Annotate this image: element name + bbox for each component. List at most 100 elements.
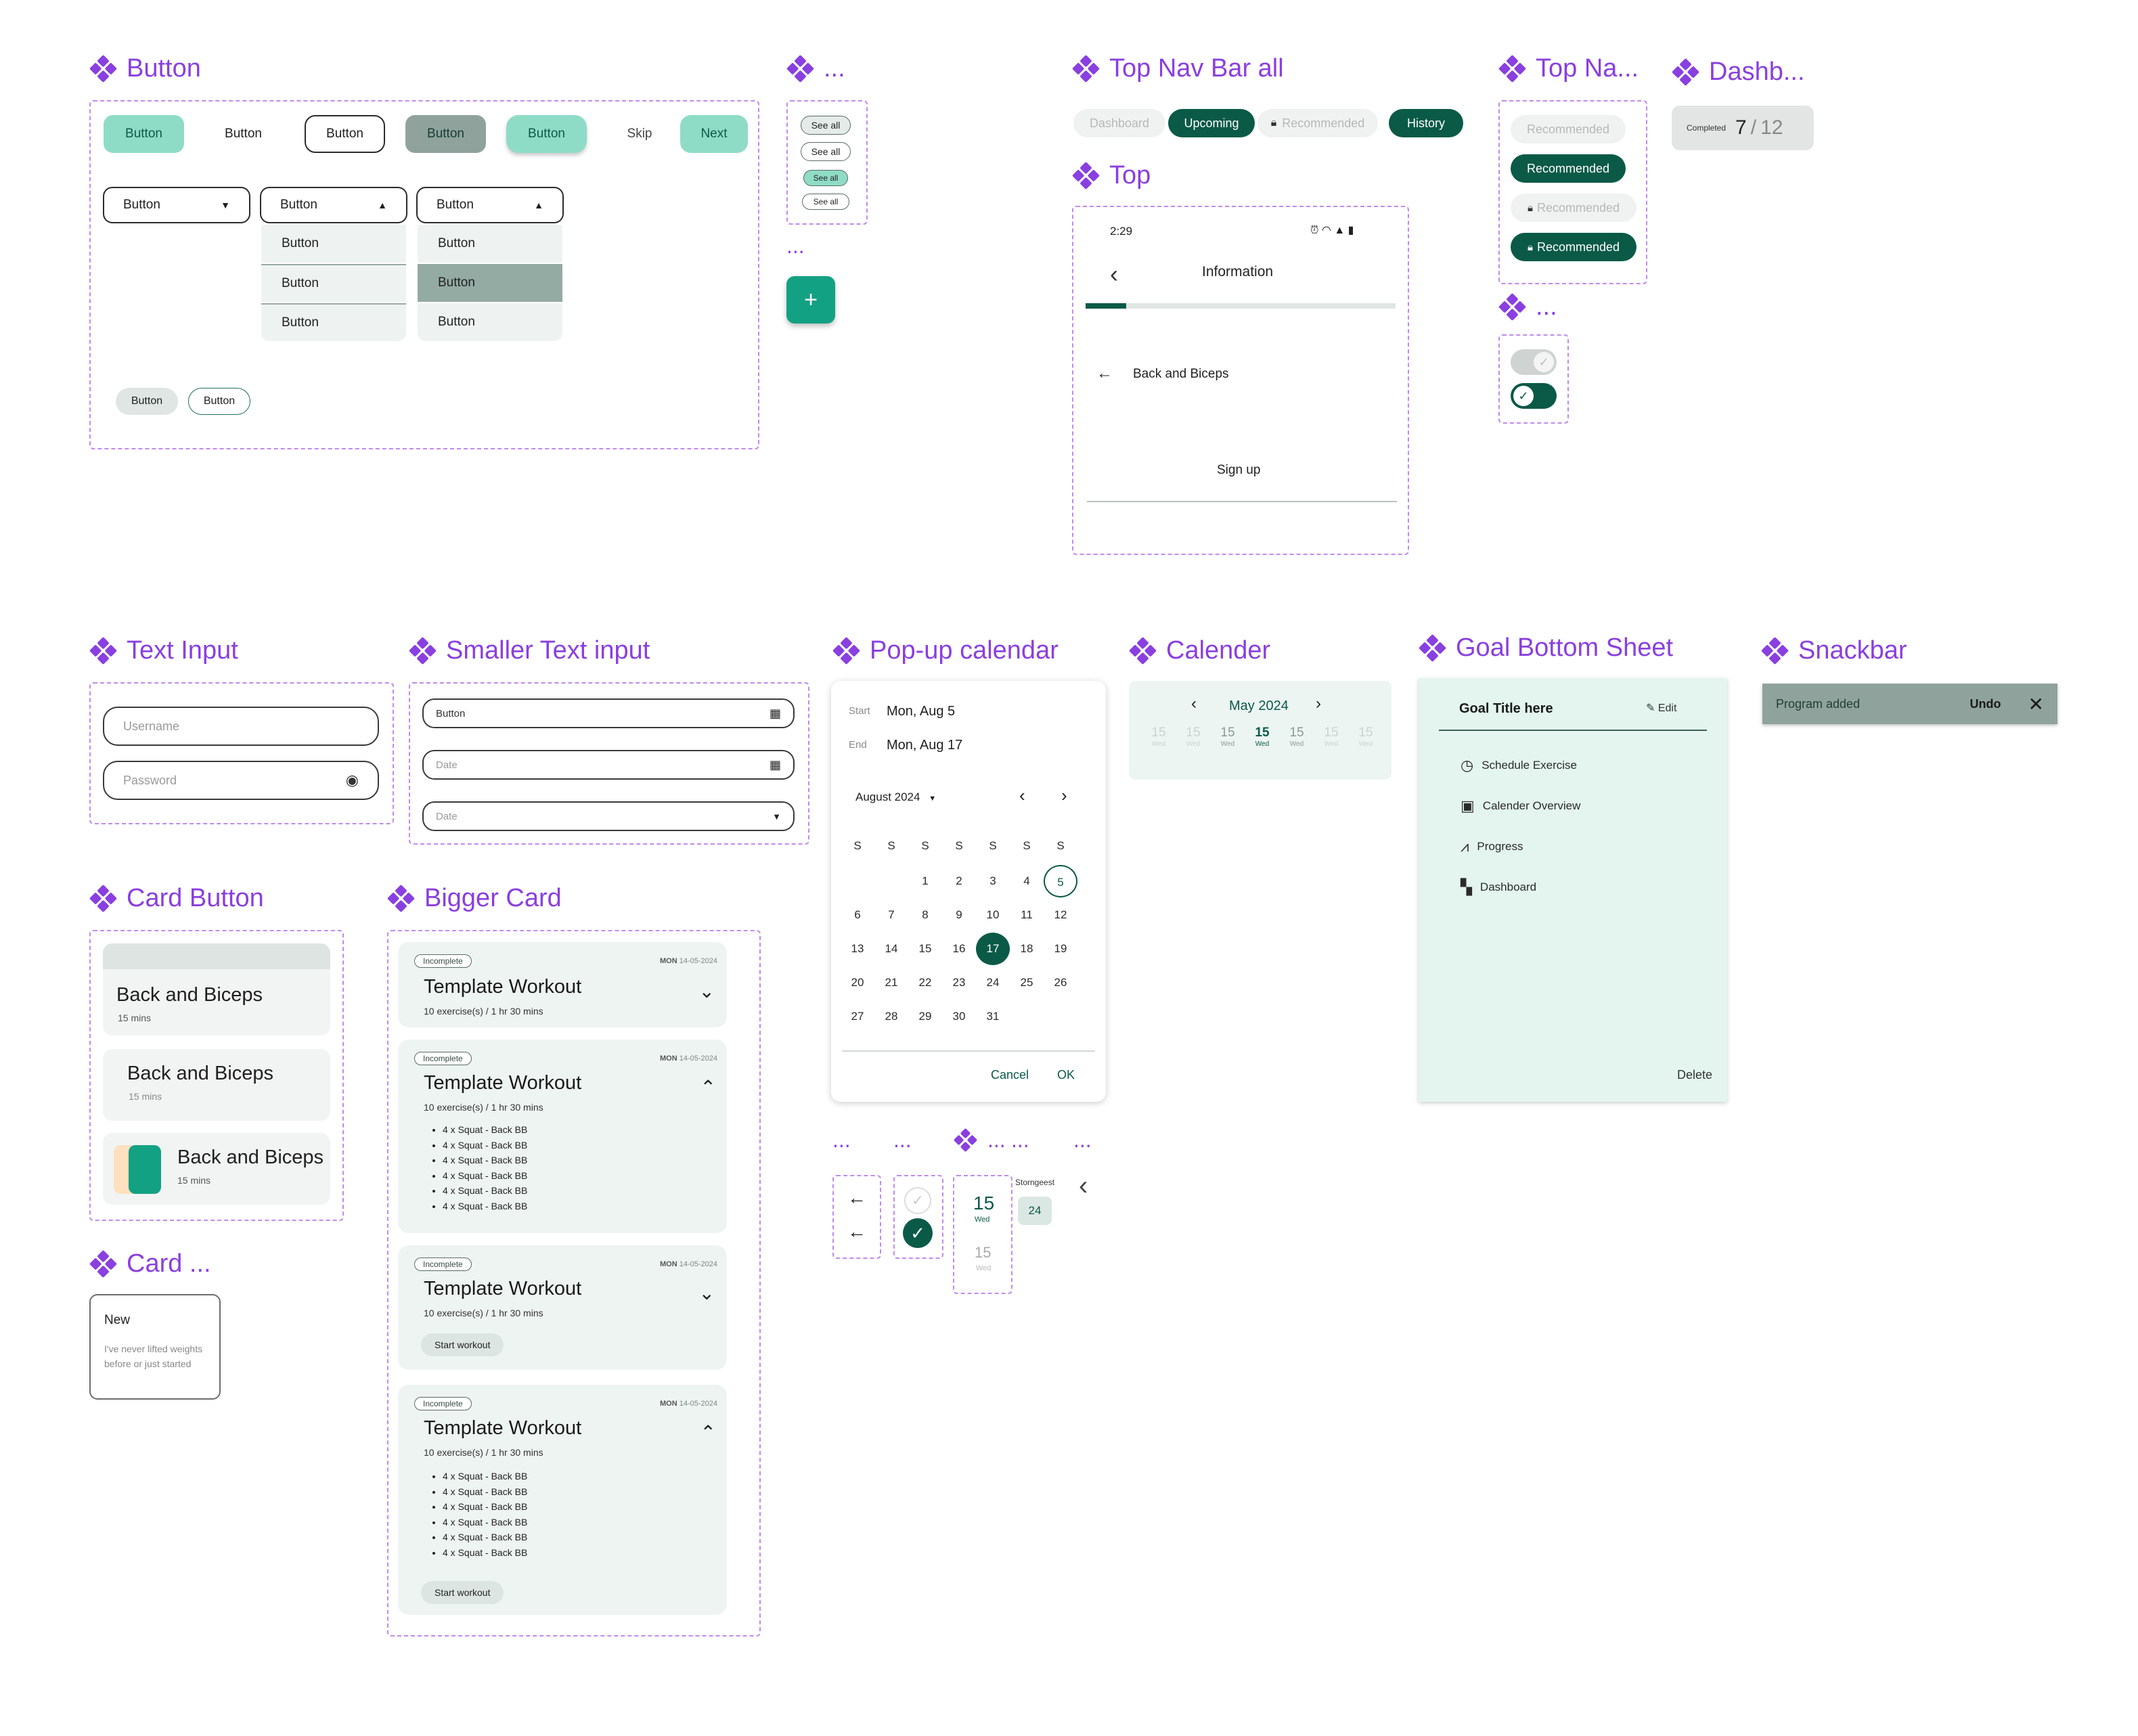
arrow-left-icon[interactable]: ←: [847, 1221, 866, 1243]
elevated-button[interactable]: Button: [506, 115, 587, 153]
calendar-day[interactable]: 6: [841, 899, 874, 931]
password-input[interactable]: Password ◉: [103, 761, 379, 800]
tab-recommended-locked-active[interactable]: 🔒︎ Recommended: [1511, 233, 1636, 261]
workout-card-button-image[interactable]: Back and Biceps 15 mins: [103, 1133, 330, 1205]
calendar-day[interactable]: 27: [841, 1000, 874, 1033]
calendar-day[interactable]: 28: [874, 1000, 908, 1033]
tab-recommended[interactable]: 🔒︎ Recommended: [1257, 109, 1378, 137]
skip-button[interactable]: Skip: [609, 115, 670, 153]
calendar-day[interactable]: 21: [874, 966, 908, 999]
calendar-day[interactable]: 12: [1044, 899, 1077, 931]
calendar-icon[interactable]: ▦: [770, 707, 781, 721]
start-workout-button[interactable]: Start workout: [421, 1581, 504, 1604]
dropdown-option[interactable]: Button: [418, 303, 562, 341]
calendar-day[interactable]: 20: [841, 966, 874, 999]
month-selector[interactable]: August 2024 ▼: [855, 791, 936, 804]
tab-history[interactable]: History: [1389, 109, 1463, 137]
calendar-day[interactable]: 31: [976, 1000, 1010, 1033]
dropdown-option[interactable]: Button: [418, 225, 562, 263]
tab-recommended-locked[interactable]: 🔒︎ Recommended: [1511, 194, 1636, 222]
workout-card-button[interactable]: Back and Biceps 15 mins: [103, 1049, 330, 1121]
toggle-on[interactable]: ✓: [1511, 383, 1557, 409]
dropdown-option[interactable]: Button: [261, 225, 406, 263]
prev-month-icon[interactable]: ‹: [1019, 785, 1025, 806]
calendar-day[interactable]: 26: [1044, 966, 1077, 999]
delete-button[interactable]: Delete: [1677, 1068, 1712, 1082]
disabled-button[interactable]: Button: [405, 115, 486, 153]
check-circle-empty-icon[interactable]: ✓: [904, 1187, 931, 1214]
small-outline-button[interactable]: Button: [188, 388, 250, 415]
calendar-day-start[interactable]: 5: [1044, 865, 1077, 897]
arrow-left-icon[interactable]: ←: [1096, 364, 1113, 383]
eye-icon[interactable]: ◉: [346, 772, 359, 789]
workout-card-expanded[interactable]: Incomplete MON 14-05-2024 Template Worko…: [398, 1040, 727, 1233]
see-all-button[interactable]: See all: [802, 194, 849, 210]
undo-button[interactable]: Undo: [1970, 697, 2001, 711]
see-all-button[interactable]: See all: [803, 170, 848, 186]
tab-recommended-active[interactable]: Recommended: [1511, 154, 1626, 183]
date-field[interactable]: Date ▦: [422, 750, 795, 780]
calendar-day[interactable]: 2: [942, 865, 976, 897]
small-filled-button[interactable]: Button: [116, 388, 178, 415]
strip-day[interactable]: 15 Wed: [1352, 726, 1379, 748]
arrow-left-icon[interactable]: ←: [847, 1187, 866, 1209]
menu-item-progress[interactable]: ⩘ Progress: [1461, 838, 1523, 855]
day-number[interactable]: 15: [975, 1244, 991, 1262]
calendar-day[interactable]: 23: [942, 966, 976, 999]
menu-item-calendar[interactable]: ▣ Calender Overview: [1461, 797, 1580, 815]
calendar-day[interactable]: 14: [874, 933, 908, 965]
calendar-day[interactable]: 3: [976, 865, 1010, 897]
calendar-day[interactable]: 24: [976, 966, 1010, 999]
fab-add-button[interactable]: +: [786, 276, 835, 324]
chevron-right-icon[interactable]: ›: [1316, 694, 1321, 713]
chevron-up-icon[interactable]: ⌃: [700, 1076, 716, 1098]
calendar-day[interactable]: 30: [942, 1000, 976, 1033]
dropdown-option[interactable]: Button: [261, 264, 406, 302]
workout-card-button[interactable]: Back and Biceps 15 mins: [103, 943, 330, 1036]
tab-dashboard[interactable]: Dashboard: [1073, 109, 1165, 137]
strip-day[interactable]: 15 Wed: [1145, 726, 1172, 748]
calendar-day[interactable]: 29: [908, 1000, 942, 1033]
check-circle-filled-icon[interactable]: ✓: [903, 1218, 933, 1248]
workout-card-collapsed-start[interactable]: Incomplete MON 14-05-2024 Template Worko…: [398, 1245, 727, 1370]
calendar-day[interactable]: 8: [908, 899, 942, 931]
text-button[interactable]: Button: [203, 115, 284, 153]
dropdown-closed[interactable]: Button ▼: [103, 187, 250, 223]
calendar-day[interactable]: 7: [874, 899, 908, 931]
close-icon[interactable]: ✕: [2028, 693, 2044, 715]
ok-button[interactable]: OK: [1057, 1068, 1075, 1082]
dropdown-open-selected[interactable]: Button ▲: [416, 187, 564, 223]
calendar-day[interactable]: 9: [942, 899, 976, 931]
calendar-day[interactable]: 25: [1010, 966, 1044, 999]
calendar-day-selected[interactable]: 17: [976, 933, 1010, 965]
workout-card-collapsed[interactable]: Incomplete MON 14-05-2024 Template Worko…: [398, 942, 727, 1027]
calendar-day[interactable]: 18: [1010, 933, 1044, 965]
chevron-up-icon[interactable]: ⌃: [700, 1421, 716, 1444]
see-all-button[interactable]: See all: [801, 116, 851, 135]
see-all-button[interactable]: See all: [801, 142, 851, 161]
calendar-day[interactable]: 4: [1010, 865, 1044, 897]
menu-item-schedule[interactable]: ◷ Schedule Exercise: [1461, 757, 1577, 774]
chevron-left-icon[interactable]: ‹: [1079, 1171, 1088, 1201]
chevron-down-icon[interactable]: ⌄: [699, 1282, 715, 1304]
calendar-icon[interactable]: ▦: [770, 758, 781, 772]
tab-recommended-inactive[interactable]: Recommended: [1511, 115, 1626, 143]
strip-day[interactable]: 15 Wed: [1318, 726, 1345, 748]
date-dropdown[interactable]: Date ▼: [422, 801, 795, 831]
next-button[interactable]: Next: [680, 115, 748, 153]
calendar-day[interactable]: 1: [908, 865, 942, 897]
strip-day[interactable]: 15 Wed: [1180, 726, 1207, 748]
chevron-left-icon[interactable]: ‹: [1191, 694, 1197, 713]
day-number-active[interactable]: 15: [973, 1193, 994, 1214]
calendar-day[interactable]: 15: [908, 933, 942, 965]
chevron-left-icon[interactable]: ‹: [1110, 260, 1118, 288]
strip-day[interactable]: 15 Wed: [1214, 726, 1241, 748]
outline-button[interactable]: Button: [305, 115, 385, 153]
start-workout-button[interactable]: Start workout: [421, 1333, 504, 1356]
dropdown-option-selected[interactable]: Button: [418, 264, 562, 302]
calendar-day[interactable]: 13: [841, 933, 874, 965]
edit-button[interactable]: ✎ Edit: [1646, 701, 1676, 715]
date-field-filled[interactable]: Button ▦: [422, 698, 795, 728]
menu-item-dashboard[interactable]: ▚ Dashboard: [1461, 878, 1536, 896]
username-input[interactable]: Username: [103, 707, 379, 746]
